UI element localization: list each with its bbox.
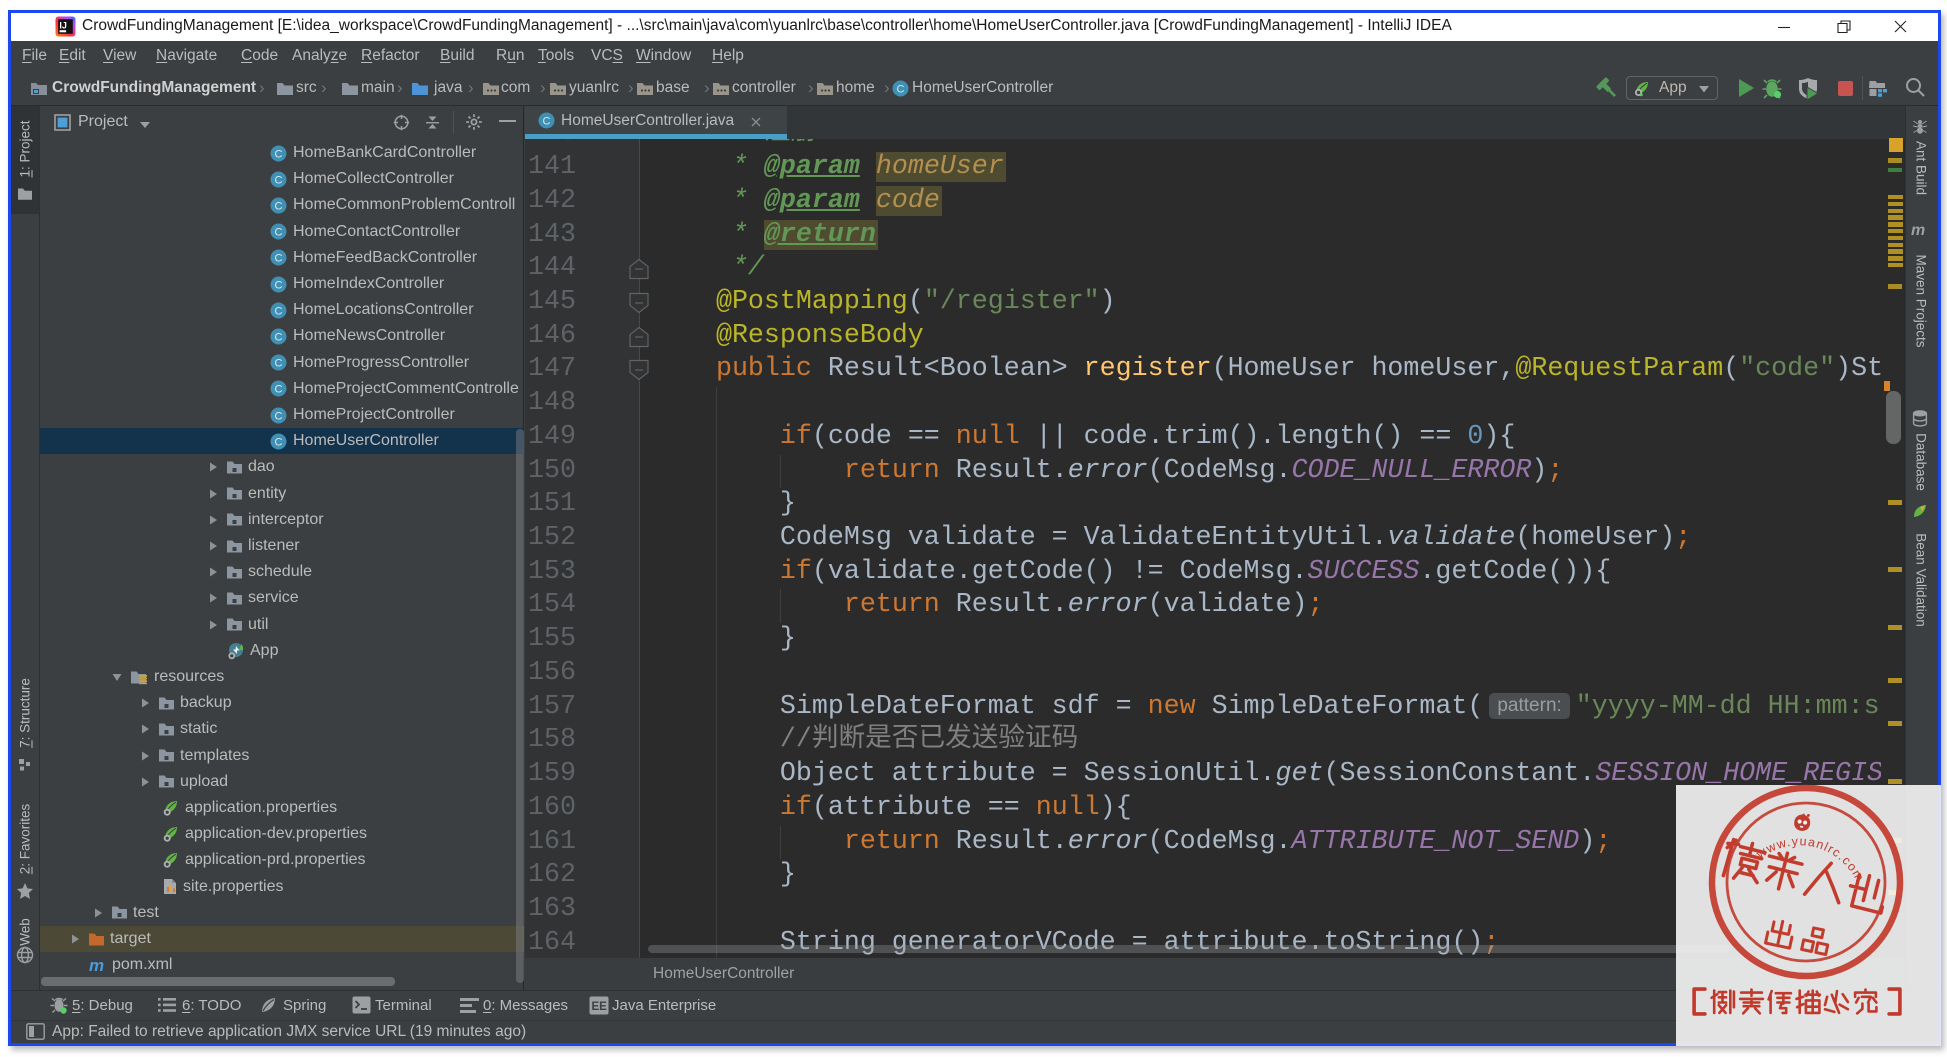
svg-text:C: C xyxy=(275,227,283,239)
svg-text:EE: EE xyxy=(592,1001,608,1013)
svg-text:C: C xyxy=(275,279,283,291)
svg-text:C: C xyxy=(275,332,283,344)
svg-text:C: C xyxy=(275,174,283,186)
svg-text:C: C xyxy=(897,84,905,96)
svg-text:C: C xyxy=(275,201,283,213)
svg-text:C: C xyxy=(275,148,283,160)
svg-text:IJ: IJ xyxy=(59,20,67,30)
svg-text:C: C xyxy=(543,116,551,128)
svg-text:C: C xyxy=(275,253,283,265)
svg-text:C: C xyxy=(275,410,283,422)
svg-text:C: C xyxy=(275,384,283,396)
svg-text:C: C xyxy=(275,436,283,448)
svg-text:C: C xyxy=(275,305,283,317)
svg-text:C: C xyxy=(275,358,283,370)
